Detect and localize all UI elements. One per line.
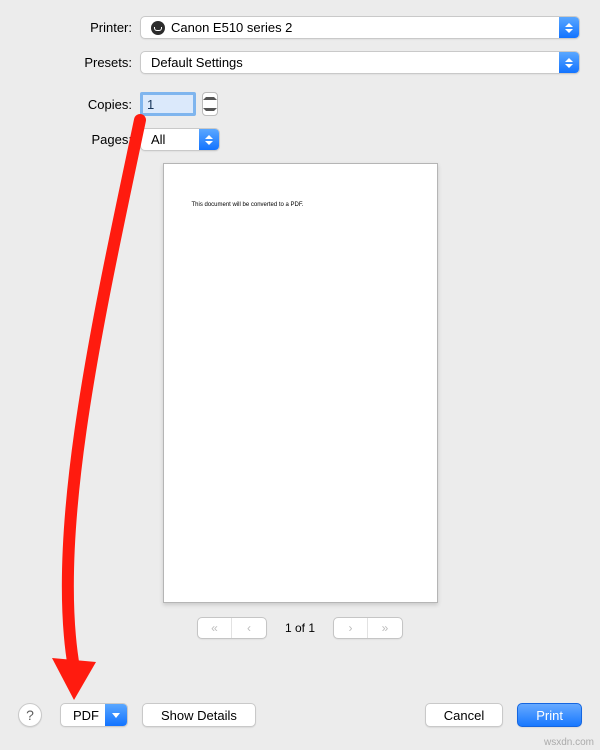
copies-stepper[interactable] (202, 92, 218, 116)
stepper-up-icon (203, 97, 217, 100)
printer-select[interactable]: Canon E510 series 2 (140, 16, 580, 39)
presets-value: Default Settings (151, 55, 243, 70)
copies-label: Copies: (0, 97, 140, 112)
presets-label: Presets: (0, 55, 140, 70)
pdf-menu-button[interactable]: PDF (60, 703, 128, 727)
pages-value: All (151, 132, 165, 147)
printer-status-icon (151, 21, 165, 35)
printer-label: Printer: (0, 20, 140, 35)
print-preview-page: This document will be converted to a PDF… (163, 163, 438, 603)
show-details-button[interactable]: Show Details (142, 703, 256, 727)
pages-label: Pages: (0, 132, 140, 147)
next-page-button[interactable]: › (334, 618, 368, 638)
help-icon: ? (26, 707, 34, 723)
pdf-label: PDF (73, 708, 105, 723)
pages-select[interactable]: All (140, 128, 220, 151)
cancel-button[interactable]: Cancel (425, 703, 503, 727)
help-button[interactable]: ? (18, 703, 42, 727)
chevron-updown-icon (559, 52, 579, 73)
presets-select[interactable]: Default Settings (140, 51, 580, 74)
stepper-down-icon (203, 108, 217, 111)
print-button[interactable]: Print (517, 703, 582, 727)
preview-text: This document will be converted to a PDF… (192, 202, 304, 208)
pager-next-group[interactable]: › » (333, 617, 403, 639)
chevron-down-icon (105, 704, 127, 726)
printer-value: Canon E510 series 2 (171, 20, 292, 35)
watermark: wsxdn.com (544, 737, 594, 748)
pager-prev-group[interactable]: « ‹ (197, 617, 267, 639)
copies-value: 1 (147, 97, 154, 112)
page-counter: 1 of 1 (285, 621, 315, 635)
copies-input[interactable]: 1 (140, 92, 196, 116)
prev-page-button[interactable]: ‹ (232, 618, 266, 638)
first-page-button[interactable]: « (198, 618, 232, 638)
last-page-button[interactable]: » (368, 618, 402, 638)
chevron-updown-icon (559, 17, 579, 38)
chevron-updown-icon (199, 129, 219, 150)
